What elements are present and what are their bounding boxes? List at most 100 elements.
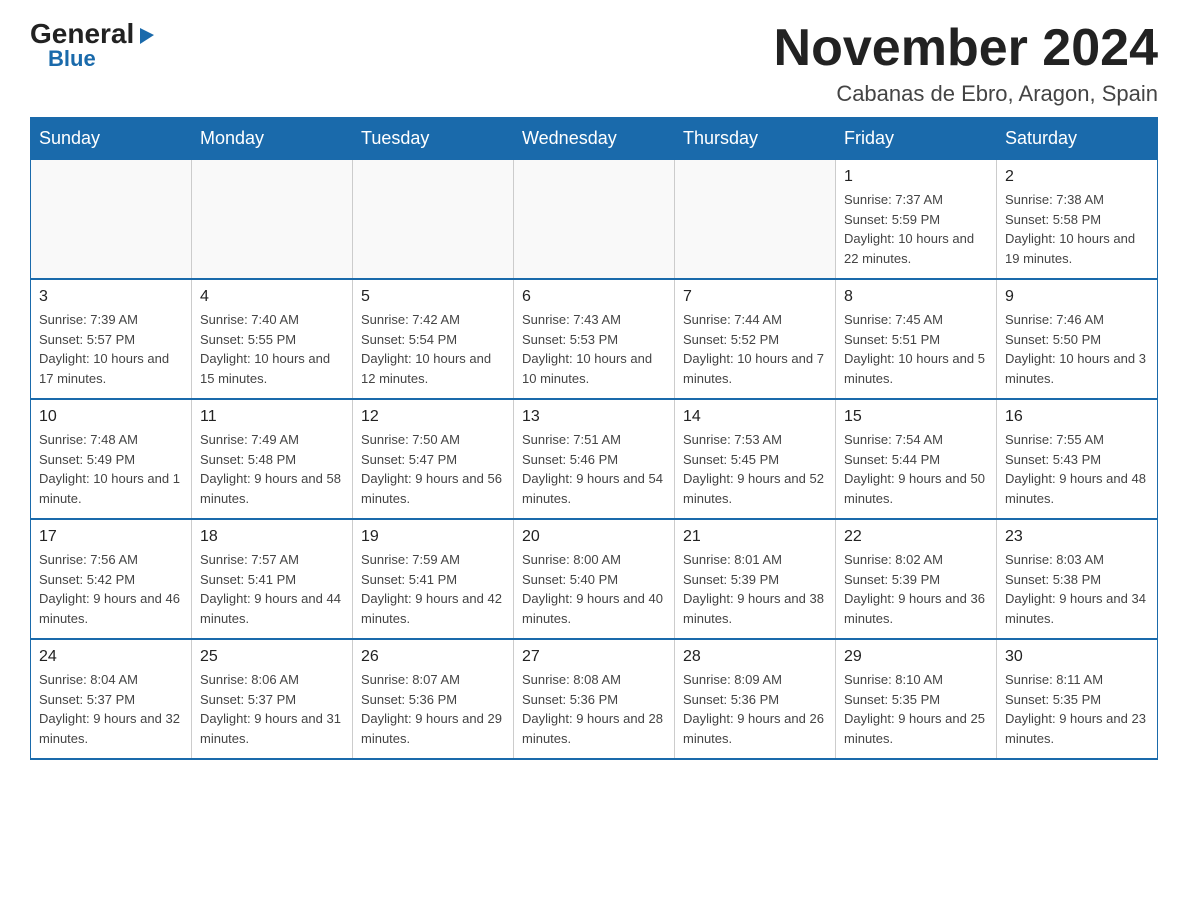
day-info: Sunrise: 7:45 AMSunset: 5:51 PMDaylight:… [844, 310, 988, 388]
weekday-header-saturday: Saturday [997, 118, 1158, 160]
day-number: 15 [844, 408, 988, 426]
calendar-day-cell [675, 160, 836, 280]
day-info: Sunrise: 8:11 AMSunset: 5:35 PMDaylight:… [1005, 670, 1149, 748]
calendar-day-cell [514, 160, 675, 280]
day-number: 28 [683, 648, 827, 666]
calendar-day-cell [192, 160, 353, 280]
calendar-week-row: 3Sunrise: 7:39 AMSunset: 5:57 PMDaylight… [31, 279, 1158, 399]
day-number: 16 [1005, 408, 1149, 426]
day-number: 21 [683, 528, 827, 546]
day-number: 26 [361, 648, 505, 666]
day-info: Sunrise: 7:50 AMSunset: 5:47 PMDaylight:… [361, 430, 505, 508]
calendar-table: SundayMondayTuesdayWednesdayThursdayFrid… [30, 117, 1158, 760]
page-header: General Blue November 2024 Cabanas de Eb… [30, 20, 1158, 107]
weekday-header-row: SundayMondayTuesdayWednesdayThursdayFrid… [31, 118, 1158, 160]
calendar-day-cell: 5Sunrise: 7:42 AMSunset: 5:54 PMDaylight… [353, 279, 514, 399]
day-info: Sunrise: 7:54 AMSunset: 5:44 PMDaylight:… [844, 430, 988, 508]
weekday-header-tuesday: Tuesday [353, 118, 514, 160]
day-number: 20 [522, 528, 666, 546]
calendar-day-cell: 30 Sunrise: 8:11 AMSunset: 5:35 PMDayligh… [997, 639, 1158, 759]
calendar-day-cell: 16 Sunrise: 7:55 AMSunset: 5:43 PMDayligh… [997, 399, 1158, 519]
calendar-week-row: 1 Sunrise: 7:37 AMSunset: 5:59 PMDaylight… [31, 160, 1158, 280]
day-info: Sunrise: 8:03 AMSunset: 5:38 PMDaylight:… [1005, 550, 1149, 628]
calendar-day-cell: 29 Sunrise: 8:10 AMSunset: 5:35 PMDayligh… [836, 639, 997, 759]
calendar-day-cell: 4Sunrise: 7:40 AMSunset: 5:55 PMDaylight… [192, 279, 353, 399]
weekday-header-thursday: Thursday [675, 118, 836, 160]
calendar-day-cell: 10 Sunrise: 7:48 AMSunset: 5:49 PMDayligh… [31, 399, 192, 519]
day-info: Sunrise: 8:04 AMSunset: 5:37 PMDaylight:… [39, 670, 183, 748]
day-number: 1 [844, 168, 988, 186]
day-info: Sunrise: 7:44 AMSunset: 5:52 PMDaylight:… [683, 310, 827, 388]
day-info: Sunrise: 7:59 AMSunset: 5:41 PMDaylight:… [361, 550, 505, 628]
day-number: 18 [200, 528, 344, 546]
day-info: Sunrise: 7:49 AMSunset: 5:48 PMDaylight:… [200, 430, 344, 508]
calendar-day-cell: 9Sunrise: 7:46 AMSunset: 5:50 PMDaylight… [997, 279, 1158, 399]
calendar-day-cell: 19 Sunrise: 7:59 AMSunset: 5:41 PMDayligh… [353, 519, 514, 639]
logo-general-text: General [30, 20, 134, 48]
calendar-day-cell: 13 Sunrise: 7:51 AMSunset: 5:46 PMDayligh… [514, 399, 675, 519]
weekday-header-sunday: Sunday [31, 118, 192, 160]
calendar-day-cell: 18 Sunrise: 7:57 AMSunset: 5:41 PMDayligh… [192, 519, 353, 639]
calendar-day-cell: 12 Sunrise: 7:50 AMSunset: 5:47 PMDayligh… [353, 399, 514, 519]
calendar-day-cell: 2 Sunrise: 7:38 AMSunset: 5:58 PMDaylight… [997, 160, 1158, 280]
day-info: Sunrise: 7:42 AMSunset: 5:54 PMDaylight:… [361, 310, 505, 388]
calendar-day-cell: 23 Sunrise: 8:03 AMSunset: 5:38 PMDayligh… [997, 519, 1158, 639]
calendar-day-cell [31, 160, 192, 280]
calendar-week-row: 24 Sunrise: 8:04 AMSunset: 5:37 PMDayligh… [31, 639, 1158, 759]
calendar-day-cell: 21 Sunrise: 8:01 AMSunset: 5:39 PMDayligh… [675, 519, 836, 639]
weekday-header-monday: Monday [192, 118, 353, 160]
calendar-week-row: 10 Sunrise: 7:48 AMSunset: 5:49 PMDayligh… [31, 399, 1158, 519]
day-number: 8 [844, 288, 988, 306]
title-area: November 2024 Cabanas de Ebro, Aragon, S… [774, 20, 1158, 107]
day-number: 4 [200, 288, 344, 306]
day-info: Sunrise: 7:51 AMSunset: 5:46 PMDaylight:… [522, 430, 666, 508]
day-info: Sunrise: 8:00 AMSunset: 5:40 PMDaylight:… [522, 550, 666, 628]
weekday-header-friday: Friday [836, 118, 997, 160]
day-number: 23 [1005, 528, 1149, 546]
calendar-day-cell [353, 160, 514, 280]
calendar-day-cell: 6Sunrise: 7:43 AMSunset: 5:53 PMDaylight… [514, 279, 675, 399]
day-number: 6 [522, 288, 666, 306]
calendar-day-cell: 7 Sunrise: 7:44 AMSunset: 5:52 PMDaylight… [675, 279, 836, 399]
logo: General Blue [30, 20, 158, 70]
day-number: 7 [683, 288, 827, 306]
calendar-day-cell: 28 Sunrise: 8:09 AMSunset: 5:36 PMDayligh… [675, 639, 836, 759]
weekday-header-wednesday: Wednesday [514, 118, 675, 160]
day-number: 29 [844, 648, 988, 666]
day-info: Sunrise: 7:38 AMSunset: 5:58 PMDaylight:… [1005, 190, 1149, 268]
day-info: Sunrise: 7:53 AMSunset: 5:45 PMDaylight:… [683, 430, 827, 508]
day-info: Sunrise: 7:55 AMSunset: 5:43 PMDaylight:… [1005, 430, 1149, 508]
day-number: 22 [844, 528, 988, 546]
day-number: 24 [39, 648, 183, 666]
day-number: 13 [522, 408, 666, 426]
day-number: 25 [200, 648, 344, 666]
calendar-day-cell: 14 Sunrise: 7:53 AMSunset: 5:45 PMDayligh… [675, 399, 836, 519]
month-title: November 2024 [774, 20, 1158, 77]
day-info: Sunrise: 7:46 AMSunset: 5:50 PMDaylight:… [1005, 310, 1149, 388]
day-info: Sunrise: 8:01 AMSunset: 5:39 PMDaylight:… [683, 550, 827, 628]
calendar-week-row: 17Sunrise: 7:56 AMSunset: 5:42 PMDayligh… [31, 519, 1158, 639]
calendar-day-cell: 26Sunrise: 8:07 AMSunset: 5:36 PMDayligh… [353, 639, 514, 759]
day-info: Sunrise: 7:37 AMSunset: 5:59 PMDaylight:… [844, 190, 988, 268]
day-number: 14 [683, 408, 827, 426]
day-info: Sunrise: 8:09 AMSunset: 5:36 PMDaylight:… [683, 670, 827, 748]
calendar-day-cell: 17Sunrise: 7:56 AMSunset: 5:42 PMDayligh… [31, 519, 192, 639]
calendar-day-cell: 22 Sunrise: 8:02 AMSunset: 5:39 PMDayligh… [836, 519, 997, 639]
day-info: Sunrise: 7:57 AMSunset: 5:41 PMDaylight:… [200, 550, 344, 628]
calendar-day-cell: 24 Sunrise: 8:04 AMSunset: 5:37 PMDayligh… [31, 639, 192, 759]
calendar-day-cell: 15 Sunrise: 7:54 AMSunset: 5:44 PMDayligh… [836, 399, 997, 519]
calendar-day-cell: 20 Sunrise: 8:00 AMSunset: 5:40 PMDayligh… [514, 519, 675, 639]
day-info: Sunrise: 7:56 AMSunset: 5:42 PMDaylight:… [39, 550, 183, 628]
day-number: 12 [361, 408, 505, 426]
day-number: 10 [39, 408, 183, 426]
day-info: Sunrise: 8:10 AMSunset: 5:35 PMDaylight:… [844, 670, 988, 748]
day-number: 30 [1005, 648, 1149, 666]
calendar-day-cell: 27Sunrise: 8:08 AMSunset: 5:36 PMDayligh… [514, 639, 675, 759]
day-info: Sunrise: 8:08 AMSunset: 5:36 PMDaylight:… [522, 670, 666, 748]
day-info: Sunrise: 7:48 AMSunset: 5:49 PMDaylight:… [39, 430, 183, 508]
day-number: 2 [1005, 168, 1149, 186]
day-number: 19 [361, 528, 505, 546]
day-info: Sunrise: 8:02 AMSunset: 5:39 PMDaylight:… [844, 550, 988, 628]
calendar-day-cell: 8 Sunrise: 7:45 AMSunset: 5:51 PMDaylight… [836, 279, 997, 399]
logo-blue-text: Blue [48, 48, 96, 70]
